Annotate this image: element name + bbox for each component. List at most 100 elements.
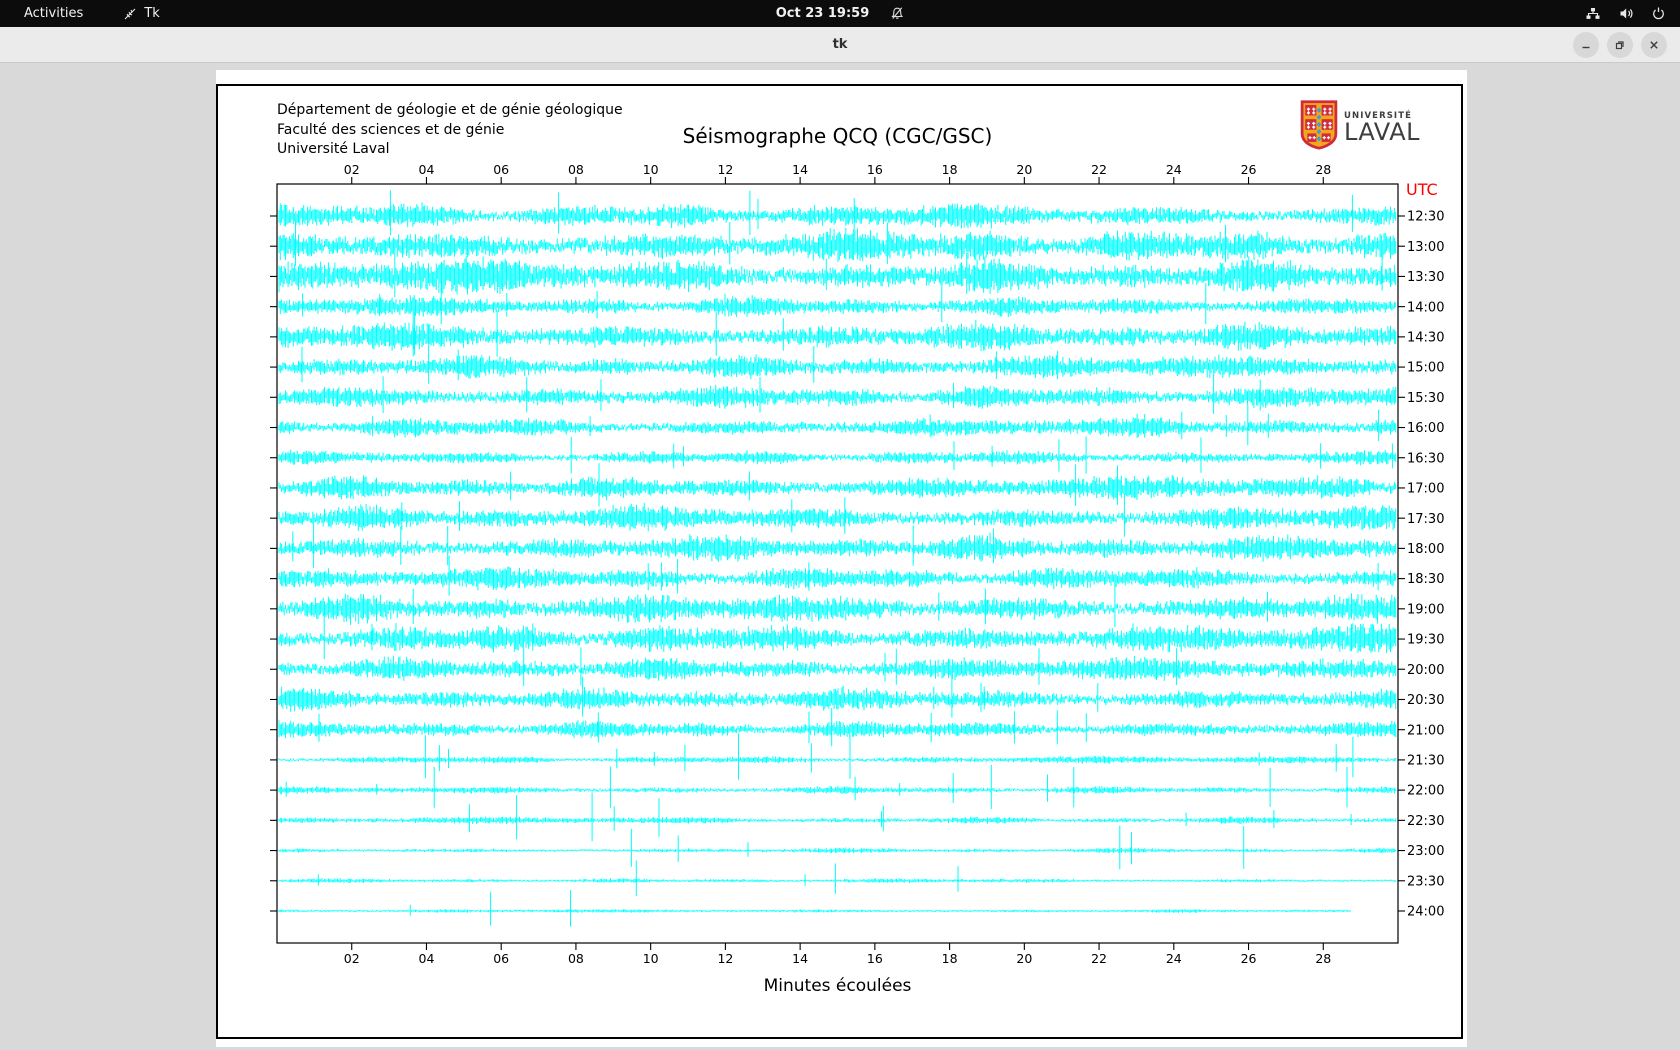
window-titlebar[interactable]: tk [0,27,1680,63]
activities-button[interactable]: Activities [18,4,89,23]
utc-time-label: 17:30 [1407,512,1444,527]
x-axis-bottom-label: 24 [1166,951,1182,966]
utc-axis-label: UTC [1406,180,1438,199]
x-axis-top-label: 02 [344,162,360,177]
x-axis-bottom-label: 26 [1241,951,1257,966]
app-indicator-label: Tk [144,6,159,21]
x-axis-top-label: 22 [1091,162,1107,177]
seismogram-trace-row [279,220,1396,266]
x-axis-bottom-label: 04 [419,951,435,966]
close-icon [1648,39,1660,51]
utc-time-label: 21:30 [1407,754,1444,769]
utc-time-label: 22:00 [1407,784,1444,799]
seismogram-trace-row [279,345,1396,384]
x-axis-top-label: 28 [1315,162,1331,177]
seismogram-trace-row [279,494,1396,537]
seismogram-trace-row [279,190,1396,235]
utc-time-label: 19:30 [1407,633,1444,648]
x-axis-top-label: 08 [568,162,584,177]
seismograph-sheet: Département de géologie et de génie géol… [216,84,1463,1039]
seismogram-trace-row [279,734,1396,780]
seismogram-trace-row [279,556,1396,596]
x-axis-bottom-label: 28 [1315,951,1331,966]
utc-time-label: 23:00 [1407,844,1444,859]
x-axis-bottom-label: 02 [344,951,360,966]
utc-time-label: 16:00 [1407,421,1444,436]
minimize-button[interactable] [1573,32,1599,58]
desktop: Activities Tk Oct 23 19:59 [0,0,1680,1050]
utc-time-label: 19:00 [1407,602,1444,617]
x-axis-top-label: 20 [1016,162,1032,177]
x-axis-top-label: 14 [792,162,808,177]
seismogram-trace-row [279,647,1396,686]
bell-slash-icon [889,6,904,21]
x-axis-top-label: 24 [1166,162,1182,177]
seismogram-trace-row [279,522,1396,568]
utc-time-label: 15:00 [1407,361,1444,376]
utc-time-label: 15:30 [1407,391,1444,406]
utc-time-label: 18:30 [1407,572,1444,587]
seismogram-trace-row [279,708,1396,747]
seismogram-trace-row [279,826,1396,870]
tk-window-content: Département de géologie et de génie géol… [0,64,1680,1050]
seismogram-trace-row [279,793,1396,842]
utc-time-label: 24:00 [1407,905,1444,920]
seismogram-trace-row [279,463,1396,506]
volume-icon [1618,6,1634,21]
window-title: tk [833,37,848,52]
maximize-button[interactable] [1607,32,1633,58]
utc-time-label: 17:00 [1407,482,1444,497]
seismogram-trace-row [279,404,1396,445]
utc-time-label: 18:00 [1407,542,1444,557]
network-icon [1585,6,1601,21]
utc-time-label: 13:00 [1407,240,1444,255]
seismograph-canvas[interactable]: Département de géologie et de génie géol… [216,70,1467,1047]
x-axis-bottom-label: 20 [1016,951,1032,966]
x-axis-bottom-label: 10 [643,951,659,966]
utc-time-label: 22:30 [1407,814,1444,829]
x-axis-title: Minutes écoulées [764,976,912,996]
clock-menu[interactable]: Oct 23 19:59 [776,6,905,21]
app-indicator[interactable]: Tk [123,6,159,21]
utc-time-label: 14:00 [1407,300,1444,315]
utc-time-label: 13:30 [1407,270,1444,285]
power-icon [1651,6,1666,21]
x-axis-bottom-label: 06 [493,951,509,966]
x-axis-top-label: 04 [419,162,435,177]
x-axis-bottom-label: 16 [867,951,883,966]
utc-time-label: 21:00 [1407,723,1444,738]
utc-time-label: 20:30 [1407,693,1444,708]
gnome-top-bar: Activities Tk Oct 23 19:59 [0,0,1680,27]
seismogram-trace-row [279,890,1350,926]
seismogram-trace-row [279,860,1396,896]
clock-label: Oct 23 19:59 [776,6,870,21]
system-status-area[interactable] [1585,0,1666,27]
seismogram-trace-row [279,283,1396,324]
x-axis-bottom-label: 14 [792,951,808,966]
x-axis-top-label: 12 [717,162,733,177]
x-axis-bottom-label: 12 [717,951,733,966]
minimize-icon [1580,39,1592,51]
seismogram-trace-row [279,437,1396,474]
tk-feather-icon [123,7,137,21]
helicorder-plot: 0202040406060808101012121414161618182020… [218,86,1461,1037]
utc-time-label: 23:30 [1407,874,1444,889]
plot-frame [277,184,1398,943]
x-axis-bottom-label: 18 [942,951,958,966]
seismogram-trace-row [279,375,1396,414]
x-axis-bottom-label: 08 [568,951,584,966]
utc-time-label: 20:00 [1407,663,1444,678]
x-axis-bottom-label: 22 [1091,951,1107,966]
seismogram-trace-row [279,675,1396,717]
x-axis-top-label: 26 [1241,162,1257,177]
seismogram-trace-row [279,612,1396,659]
utc-time-label: 16:30 [1407,451,1444,466]
seismogram-trace-row [279,765,1396,809]
x-axis-top-label: 06 [493,162,509,177]
utc-time-label: 14:30 [1407,330,1444,345]
seismogram-trace-row [279,311,1396,357]
seismogram-trace-row [279,584,1396,627]
x-axis-top-label: 16 [867,162,883,177]
x-axis-top-label: 18 [942,162,958,177]
close-button[interactable] [1641,32,1667,58]
